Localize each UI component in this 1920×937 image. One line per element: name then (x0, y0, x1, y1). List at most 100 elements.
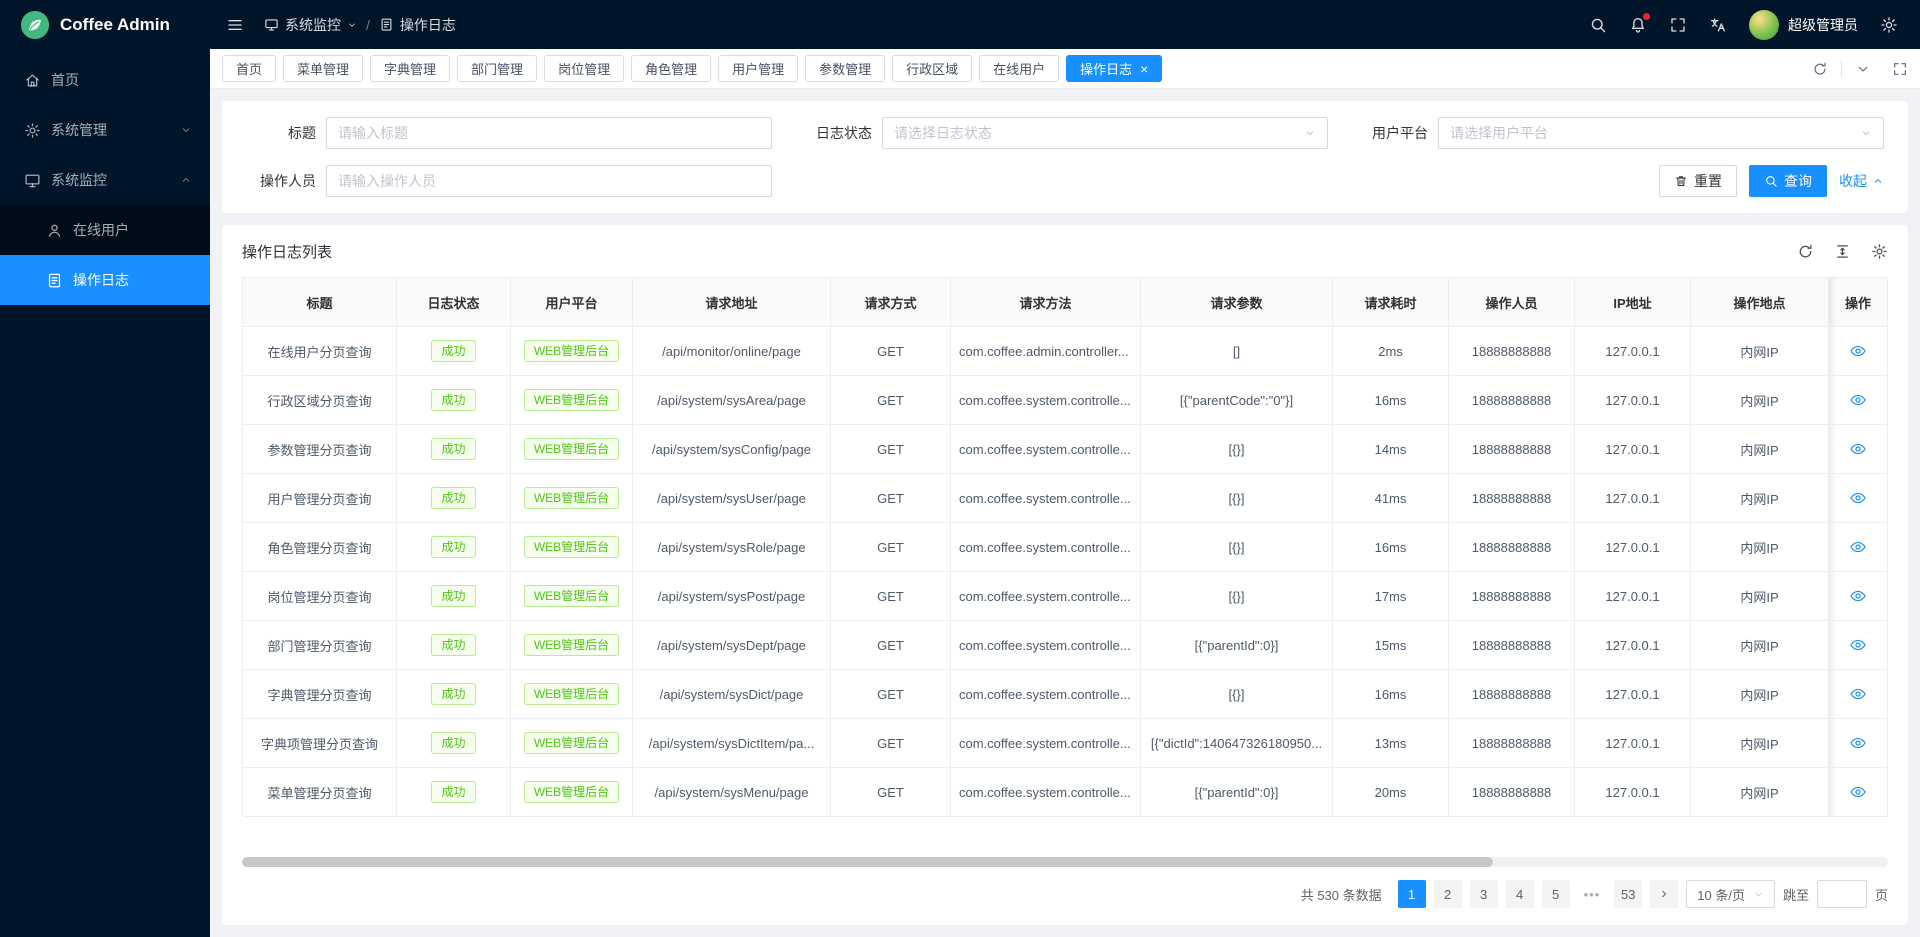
jump-page-input[interactable] (1817, 880, 1867, 908)
tab[interactable]: 菜单管理 × (283, 55, 363, 82)
page-button[interactable]: 5 (1542, 880, 1570, 908)
reset-button[interactable]: 重置 (1659, 165, 1737, 197)
breadcrumb-item-system-monitor[interactable]: 系统监控 (264, 15, 357, 35)
next-page-button[interactable] (1650, 880, 1678, 908)
table-row: 部门管理分页查询 成功 WEB管理后台 /api/system/sysDept/… (243, 621, 1888, 670)
log-status-select[interactable]: 请选择日志状态 (882, 117, 1328, 149)
sidebar-item-system-monitor[interactable]: 系统监控 (0, 155, 210, 205)
settings-gear-icon[interactable] (1880, 16, 1898, 34)
tab-label: 首页 (236, 59, 262, 78)
sidebar-item-operation-log[interactable]: 操作日志 (0, 255, 210, 305)
status-badge: 成功 (431, 536, 475, 558)
view-detail-icon[interactable] (1849, 391, 1867, 409)
tab-close-icon[interactable]: × (1140, 62, 1148, 76)
page-button[interactable]: 53 (1614, 880, 1642, 908)
tab[interactable]: 岗位管理 × (544, 55, 624, 82)
tab[interactable]: 首页 × (222, 55, 276, 82)
horizontal-scrollbar[interactable] (242, 857, 1888, 867)
user-menu[interactable]: 超级管理员 (1749, 10, 1858, 40)
chevron-down-icon[interactable] (1855, 61, 1871, 77)
menu-collapse-icon[interactable] (226, 16, 244, 34)
query-button[interactable]: 查询 (1749, 165, 1827, 197)
view-detail-icon[interactable] (1849, 685, 1867, 703)
cell-duration: 14ms (1333, 425, 1449, 474)
notification-bell-icon[interactable] (1629, 16, 1647, 34)
page-button[interactable]: ••• (1578, 880, 1607, 908)
page-button[interactable]: 4 (1506, 880, 1534, 908)
username: 超级管理员 (1788, 15, 1858, 35)
cell-request-params: [] (1141, 327, 1333, 376)
view-detail-icon[interactable] (1849, 783, 1867, 801)
tab[interactable]: 字典管理 × (370, 55, 450, 82)
status-badge: 成功 (431, 732, 475, 754)
view-detail-icon[interactable] (1849, 538, 1867, 556)
tab[interactable]: 在线用户 × (979, 55, 1059, 82)
app-root: Coffee Admin 首页 系统管理 系统监控 在线用户 (0, 0, 1920, 937)
refresh-icon[interactable] (1812, 61, 1828, 77)
page-size-select[interactable]: 10 条/页 (1686, 880, 1775, 908)
table-row: 字典项管理分页查询 成功 WEB管理后台 /api/system/sysDict… (243, 719, 1888, 768)
view-detail-icon[interactable] (1849, 734, 1867, 752)
cell-action (1829, 425, 1888, 474)
refresh-icon[interactable] (1797, 243, 1814, 260)
field-title: 标题 (246, 117, 772, 149)
table-row: 参数管理分页查询 成功 WEB管理后台 /api/system/sysConfi… (243, 425, 1888, 474)
user-platform-select[interactable]: 请选择用户平台 (1438, 117, 1884, 149)
page-size-value: 10 条/页 (1697, 885, 1745, 904)
tab[interactable]: 行政区域 × (892, 55, 972, 82)
expand-icon[interactable] (1892, 61, 1908, 77)
page-button[interactable]: 2 (1434, 880, 1462, 908)
view-detail-icon[interactable] (1849, 440, 1867, 458)
view-detail-icon[interactable] (1849, 636, 1867, 654)
sidebar-item-home[interactable]: 首页 (0, 55, 210, 105)
app-title: Coffee Admin (60, 15, 170, 35)
tab[interactable]: 操作日志 × (1066, 55, 1162, 82)
status-badge: 成功 (431, 438, 475, 460)
cell-duration: 17ms (1333, 572, 1449, 621)
title-input[interactable] (326, 117, 772, 149)
cell-ip: 127.0.0.1 (1575, 572, 1691, 621)
search-icon[interactable] (1589, 16, 1607, 34)
scrollbar-thumb[interactable] (242, 857, 1493, 867)
cell-request-params: [{"parentId":0}] (1141, 621, 1333, 670)
tab[interactable]: 用户管理 × (718, 55, 798, 82)
view-detail-icon[interactable] (1849, 342, 1867, 360)
sidebar-item-online-users[interactable]: 在线用户 (0, 205, 210, 255)
cell-request-function: com.coffee.system.controlle... (951, 621, 1141, 670)
operator-input[interactable] (326, 165, 772, 197)
cell-location: 内网IP (1691, 719, 1829, 768)
collapse-link[interactable]: 收起 (1839, 171, 1884, 191)
sidebar-menu: 首页 系统管理 系统监控 在线用户 操作日志 (0, 49, 210, 305)
cell-request-params: [{}] (1141, 425, 1333, 474)
platform-badge: WEB管理后台 (524, 634, 619, 656)
cell-title: 用户管理分页查询 (243, 474, 397, 523)
table-row: 行政区域分页查询 成功 WEB管理后台 /api/system/sysArea/… (243, 376, 1888, 425)
page-button[interactable]: 1 (1398, 880, 1426, 908)
home-icon (24, 72, 41, 89)
tab[interactable]: 部门管理 × (457, 55, 537, 82)
cell-request-method: GET (831, 425, 951, 474)
cell-operator: 18888888888 (1449, 425, 1575, 474)
fullscreen-icon[interactable] (1669, 16, 1687, 34)
view-detail-icon[interactable] (1849, 587, 1867, 605)
table-row: 在线用户分页查询 成功 WEB管理后台 /api/monitor/online/… (243, 327, 1888, 376)
translate-icon[interactable] (1709, 16, 1727, 34)
cell-request-url: /api/system/sysRole/page (633, 523, 831, 572)
tab[interactable]: 角色管理 × (631, 55, 711, 82)
column-settings-icon[interactable] (1871, 243, 1888, 260)
status-badge: 成功 (431, 585, 475, 607)
sidebar-item-system-management[interactable]: 系统管理 (0, 105, 210, 155)
column-height-icon[interactable] (1834, 243, 1851, 260)
cell-platform: WEB管理后台 (511, 768, 633, 817)
tab[interactable]: 参数管理 × (805, 55, 885, 82)
page-button[interactable]: 3 (1470, 880, 1498, 908)
column-header: 请求地址 (633, 278, 831, 327)
breadcrumb-item-operation-log[interactable]: 操作日志 (379, 15, 456, 35)
view-detail-icon[interactable] (1849, 489, 1867, 507)
cell-location: 内网IP (1691, 670, 1829, 719)
cell-location: 内网IP (1691, 425, 1829, 474)
cell-request-function: com.coffee.system.controlle... (951, 572, 1141, 621)
cell-operator: 18888888888 (1449, 327, 1575, 376)
chevron-down-icon (1860, 127, 1872, 139)
avatar[interactable] (1749, 10, 1779, 40)
